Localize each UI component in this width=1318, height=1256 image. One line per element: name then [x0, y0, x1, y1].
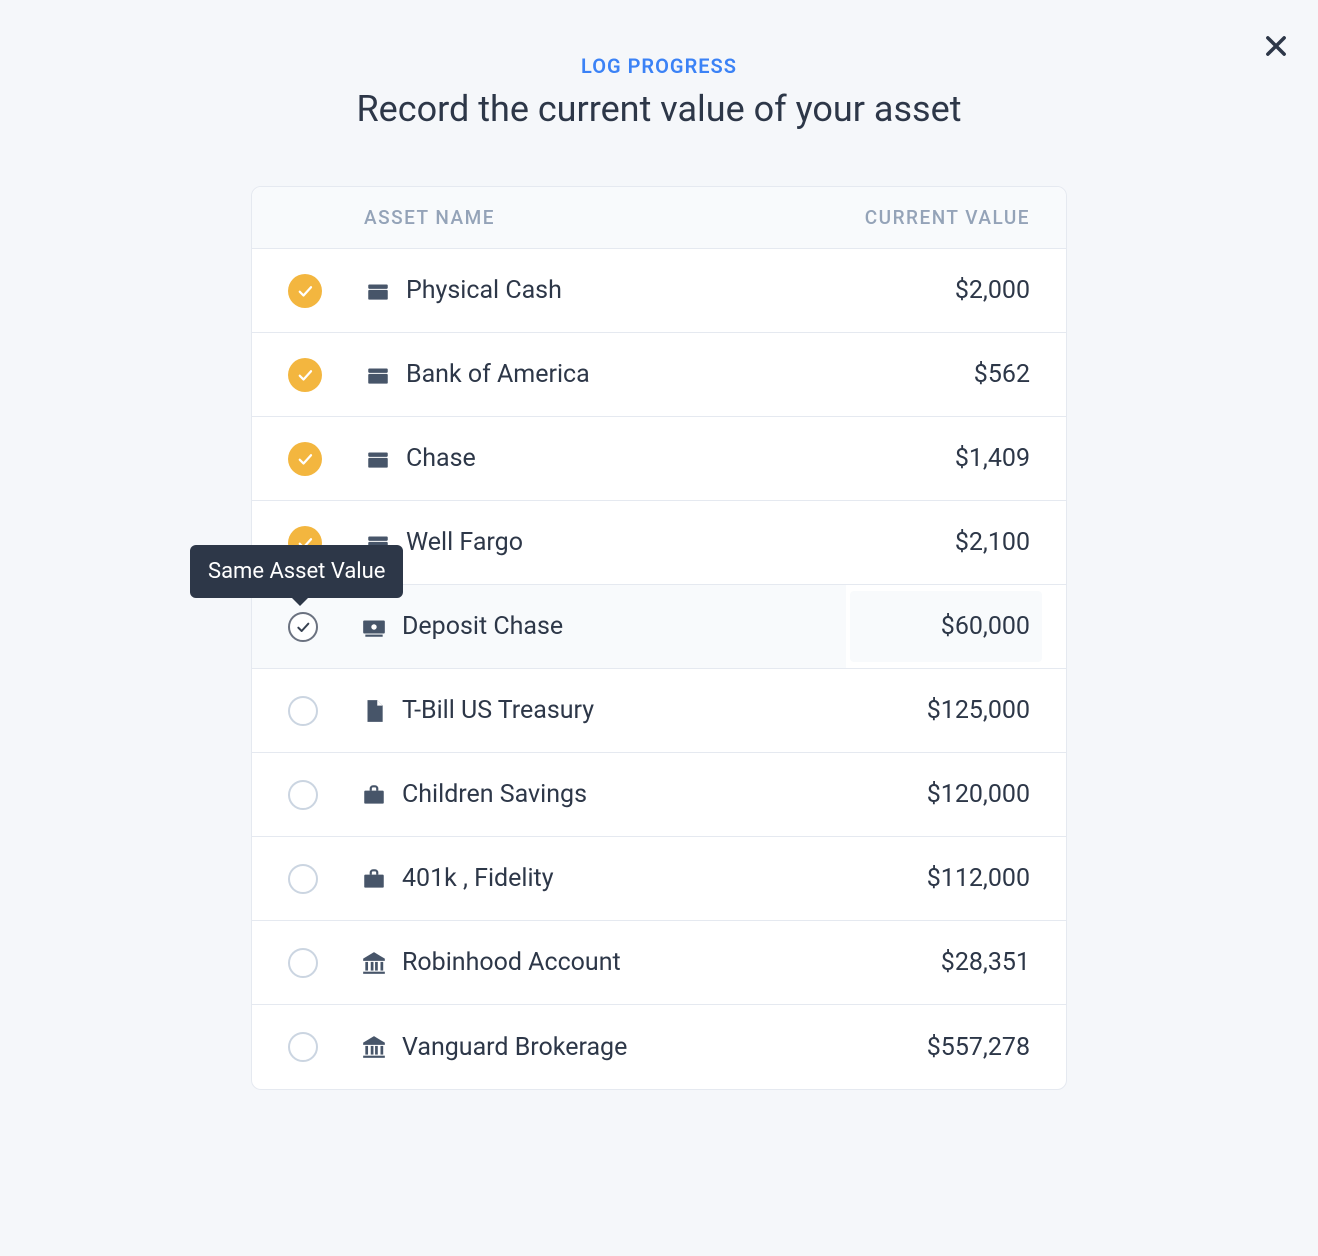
table-row[interactable]: Robinhood Account$28,351: [252, 921, 1066, 1005]
table-row[interactable]: Children Savings$120,000: [252, 753, 1066, 837]
status-badge[interactable]: [288, 696, 318, 726]
bank-icon: [360, 1033, 388, 1061]
close-icon: [1262, 32, 1290, 60]
asset-value[interactable]: $60,000: [850, 612, 1030, 641]
page-title: Record the current value of your asset: [0, 88, 1318, 130]
asset-name: Robinhood Account: [402, 948, 850, 977]
bank-icon: [360, 949, 388, 977]
asset-name: Children Savings: [402, 780, 850, 809]
tooltip: Same Asset Value: [190, 545, 403, 598]
asset-value[interactable]: $1,409: [850, 444, 1030, 473]
status-badge[interactable]: [288, 442, 322, 476]
asset-value[interactable]: $125,000: [850, 696, 1030, 725]
briefcase-icon: [360, 865, 388, 893]
status-badge[interactable]: [288, 864, 318, 894]
asset-table: ASSET NAME CURRENT VALUE Physical Cash$2…: [251, 186, 1067, 1090]
column-header-name: ASSET NAME: [364, 206, 495, 229]
wallet-icon: [364, 445, 392, 473]
asset-name: T-Bill US Treasury: [402, 696, 850, 725]
asset-value[interactable]: $557,278: [850, 1033, 1030, 1062]
asset-name: Physical Cash: [406, 276, 850, 305]
cash-icon: [360, 613, 388, 641]
check-icon: [295, 619, 311, 635]
check-icon: [296, 366, 314, 384]
asset-name: Vanguard Brokerage: [402, 1033, 850, 1062]
asset-name: Chase: [406, 444, 850, 473]
status-badge[interactable]: [288, 780, 318, 810]
modal-header: LOG PROGRESS Record the current value of…: [0, 0, 1318, 130]
check-icon: [296, 450, 314, 468]
status-badge[interactable]: [288, 612, 318, 642]
table-row[interactable]: Physical Cash$2,000: [252, 249, 1066, 333]
close-button[interactable]: [1262, 32, 1290, 64]
briefcase-icon: [360, 781, 388, 809]
status-badge[interactable]: [288, 274, 322, 308]
table-row[interactable]: Vanguard Brokerage$557,278: [252, 1005, 1066, 1089]
asset-value[interactable]: $2,100: [850, 528, 1030, 557]
table-row[interactable]: Bank of America$562: [252, 333, 1066, 417]
asset-value[interactable]: $112,000: [850, 864, 1030, 893]
table-row[interactable]: Well Fargo$2,100Same Asset Value: [252, 501, 1066, 585]
table-header: ASSET NAME CURRENT VALUE: [252, 187, 1066, 249]
column-header-value: CURRENT VALUE: [865, 206, 1030, 229]
asset-name: Well Fargo: [406, 528, 850, 557]
asset-name: Bank of America: [406, 360, 850, 389]
document-icon: [360, 697, 388, 725]
table-row[interactable]: 401k , Fidelity$112,000: [252, 837, 1066, 921]
table-row[interactable]: T-Bill US Treasury$125,000: [252, 669, 1066, 753]
asset-value[interactable]: $28,351: [850, 948, 1030, 977]
wallet-icon: [364, 277, 392, 305]
status-badge[interactable]: [288, 358, 322, 392]
status-badge[interactable]: [288, 1032, 318, 1062]
asset-value[interactable]: $2,000: [850, 276, 1030, 305]
asset-value[interactable]: $120,000: [850, 780, 1030, 809]
eyebrow-label: LOG PROGRESS: [0, 54, 1318, 78]
asset-name: Deposit Chase: [402, 612, 850, 641]
asset-value[interactable]: $562: [850, 360, 1030, 389]
asset-name: 401k , Fidelity: [402, 864, 850, 893]
table-row[interactable]: Chase$1,409: [252, 417, 1066, 501]
wallet-icon: [364, 361, 392, 389]
status-badge[interactable]: [288, 948, 318, 978]
check-icon: [296, 282, 314, 300]
